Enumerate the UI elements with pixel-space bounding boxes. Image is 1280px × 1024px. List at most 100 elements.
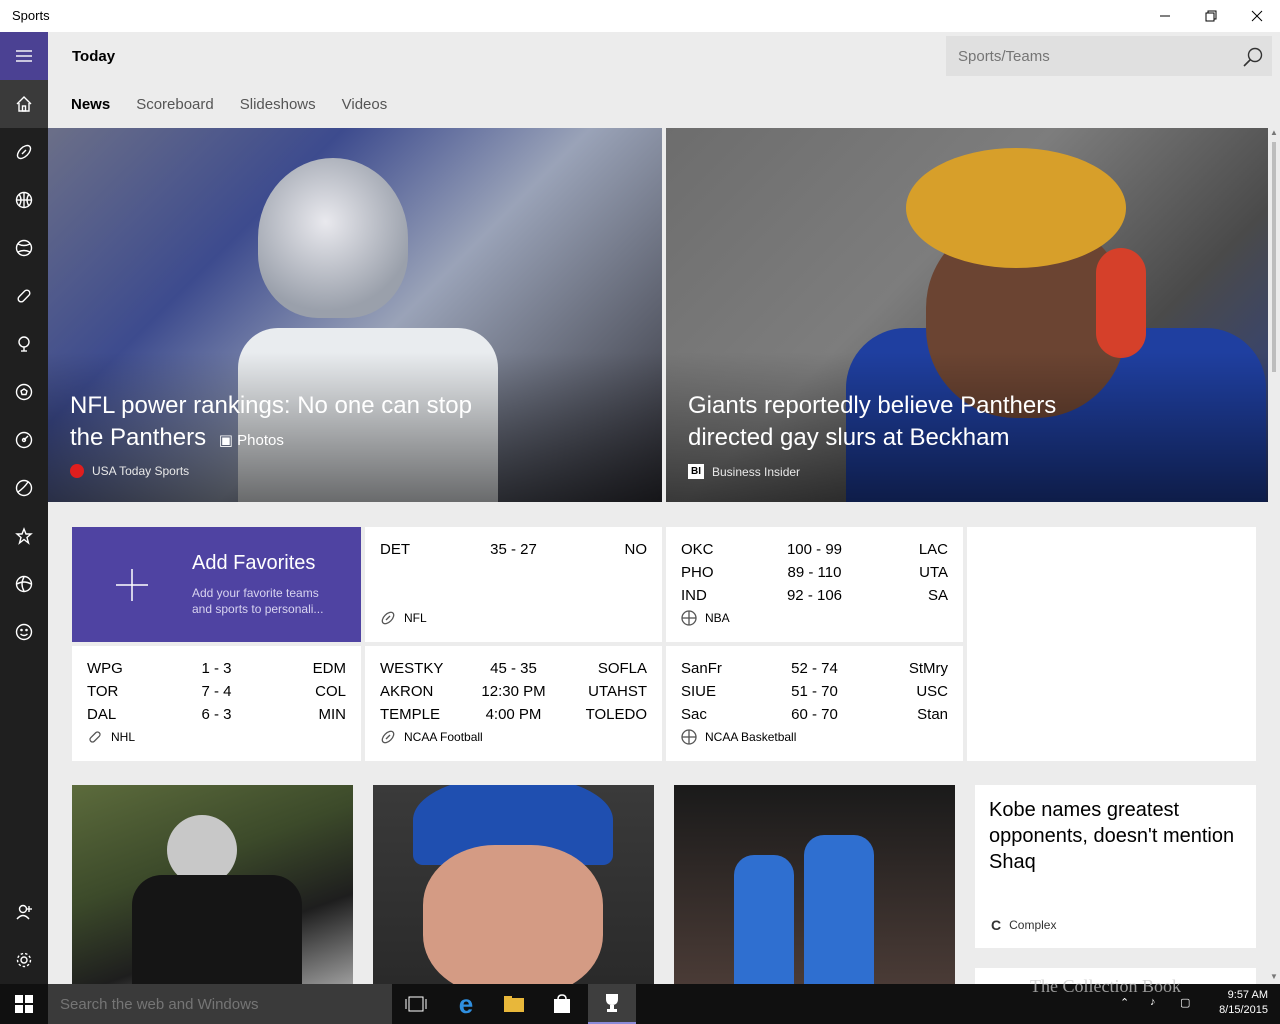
clock[interactable]: 9:57 AM 8/15/2015 (1198, 988, 1268, 1018)
score-tile-ncaa-football[interactable]: WESTKY 45 - 35 SOFLA AKRON 12:30 PM UTAH… (365, 646, 662, 761)
score-row: WPG 1 - 3 EDM (87, 660, 346, 683)
network-icon[interactable]: ⌃ (1120, 996, 1129, 1009)
search-icon[interactable] (1242, 46, 1264, 68)
hockey-icon (17, 289, 31, 303)
score-row: IND 92 - 106 SA (681, 587, 948, 610)
scroll-up-icon[interactable]: ▲ (1268, 128, 1280, 140)
score-result: 12:30 PM (481, 683, 546, 700)
jersey-image (804, 835, 874, 984)
team-away: SIUE (681, 683, 717, 700)
helmet-image (258, 158, 408, 318)
nav-home[interactable] (0, 80, 48, 128)
news-tile-thunder[interactable] (674, 785, 955, 984)
scroll-down-icon[interactable]: ▼ (1268, 972, 1280, 984)
search-box (946, 36, 1272, 76)
taskbar-search-input[interactable] (48, 984, 392, 1024)
hero-headline: NFL power rankings: No one can stop the … (70, 390, 500, 457)
restore-button[interactable] (1188, 0, 1234, 32)
close-button[interactable] (1234, 0, 1280, 32)
headphone-image (1096, 248, 1146, 358)
store-icon (554, 994, 570, 1013)
team-away: Sac (681, 706, 707, 723)
score-result: 7 - 4 (201, 683, 232, 700)
soccer-icon (15, 383, 33, 401)
business-insider-logo-icon: BI (688, 464, 704, 479)
scrollbar-thumb[interactable] (1272, 142, 1276, 372)
store-button[interactable] (538, 984, 586, 1024)
nav-hockey[interactable] (0, 272, 48, 320)
team-home: COL (315, 683, 346, 700)
score-result: 100 - 99 (786, 541, 843, 558)
nav-basketball[interactable] (0, 176, 48, 224)
score-row: AKRON 12:30 PM UTAHST (380, 683, 647, 706)
league-label: NCAA Basketball (681, 729, 796, 745)
hero-story-2[interactable]: Giants reportedly believe Panthers direc… (666, 128, 1268, 502)
edge-icon: e (458, 988, 474, 1019)
nav-football[interactable] (0, 128, 48, 176)
edge-button[interactable]: e (442, 984, 490, 1024)
jersey-image (734, 855, 794, 984)
baseball-icon (15, 239, 33, 257)
news-tile-coach[interactable] (373, 785, 654, 984)
add-favorites-tile[interactable]: Add Favorites Add your favorite teams an… (72, 527, 361, 642)
football-icon (381, 611, 395, 625)
sports-app-button[interactable] (588, 984, 636, 1024)
score-row: PHO 89 - 110 UTA (681, 564, 948, 587)
nav-racing[interactable] (0, 416, 48, 464)
tab-scoreboard[interactable]: Scoreboard (136, 96, 214, 113)
nav-tennis[interactable] (0, 464, 48, 512)
team-away: PHO (681, 564, 714, 581)
score-tile-nfl[interactable]: DET 35 - 27 NO NFL (365, 527, 662, 642)
search-input[interactable] (946, 36, 1236, 76)
team-home: Stan (917, 706, 948, 723)
team-home: StMry (908, 660, 948, 677)
volume-icon[interactable]: ♪ (1150, 996, 1156, 1008)
news-card[interactable]: Kobe names greatest opponents, doesn't m… (975, 785, 1256, 948)
hero-headline: Giants reportedly believe Panthers direc… (688, 392, 1057, 451)
minimize-icon (1160, 15, 1170, 17)
nav-favorites[interactable] (0, 512, 48, 560)
score-tile-ncaa-basketball[interactable]: SanFr 52 - 74 StMry SIUE 51 - 70 USC Sac… (666, 646, 963, 761)
team-away: DAL (87, 706, 117, 723)
minimize-button[interactable] (1142, 0, 1188, 32)
score-result: 89 - 110 (787, 564, 842, 581)
hero-story-1[interactable]: NFL power rankings: No one can stop the … (48, 128, 662, 502)
nav-settings[interactable] (0, 936, 48, 984)
nav-soccer[interactable] (0, 368, 48, 416)
file-explorer-button[interactable] (490, 984, 538, 1024)
title-bar: Sports (0, 0, 1280, 32)
news-tile-raiders[interactable] (72, 785, 353, 984)
basketball-icon (681, 610, 697, 626)
tab-videos[interactable]: Videos (342, 96, 388, 113)
score-result: 1 - 3 (201, 660, 232, 677)
score-result: 92 - 106 (786, 587, 843, 604)
start-button[interactable] (0, 984, 48, 1024)
clock-date: 8/15/2015 (1219, 1004, 1268, 1016)
favorites-title: Add Favorites (192, 552, 316, 574)
nav-account[interactable] (0, 888, 48, 936)
action-center-icon[interactable]: ▢ (1180, 996, 1190, 1009)
vertical-scrollbar[interactable] (1268, 128, 1280, 984)
hair-image (906, 148, 1126, 268)
page-title: Today (72, 48, 116, 65)
taskbar-search (48, 984, 392, 1024)
tab-news[interactable]: News (71, 96, 110, 113)
tab-slideshows[interactable]: Slideshows (240, 96, 316, 113)
score-result: 45 - 35 (490, 660, 537, 677)
favorites-icon (15, 527, 33, 545)
nav-sports[interactable] (0, 560, 48, 608)
nav-golf[interactable] (0, 320, 48, 368)
task-view-icon (405, 996, 427, 1012)
score-tile-nhl[interactable]: WPG 1 - 3 EDM TOR 7 - 4 COL DAL 6 - 3 MI… (72, 646, 361, 761)
team-away: TEMPLE (380, 706, 441, 723)
photos-tag: ▣ Photos (219, 432, 284, 449)
add-person-icon (16, 904, 32, 920)
menu-button[interactable] (0, 32, 48, 80)
task-view-button[interactable] (392, 984, 440, 1024)
nav-baseball[interactable] (0, 224, 48, 272)
score-row: DAL 6 - 3 MIN (87, 706, 346, 729)
basketball-icon (15, 191, 33, 209)
score-tile-nba[interactable]: OKC 100 - 99 LAC PHO 89 - 110 UTA IND 92… (666, 527, 963, 642)
team-away: WPG (87, 660, 123, 677)
nav-fun[interactable] (0, 608, 48, 656)
